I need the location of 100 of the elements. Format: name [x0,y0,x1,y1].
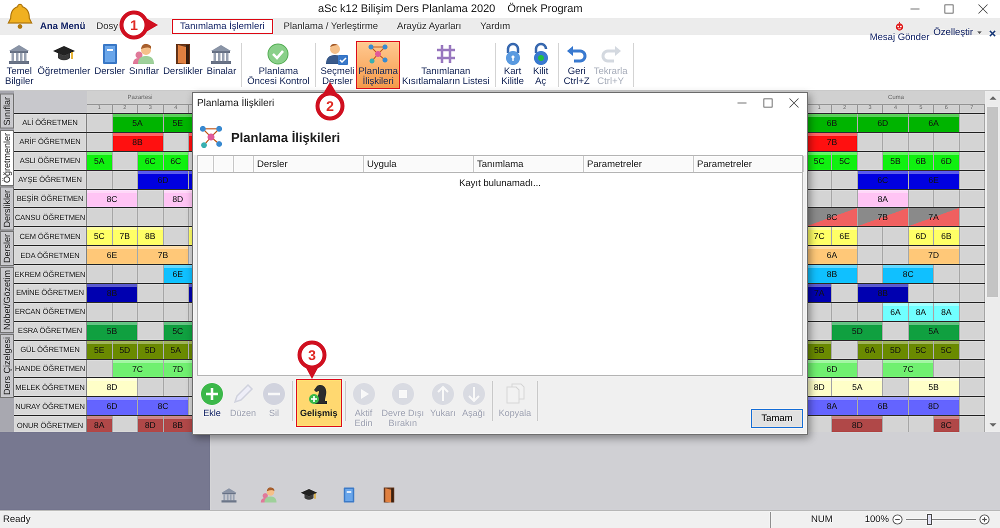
column-header[interactable]: Parametreler [584,156,694,172]
people-icon[interactable] [260,486,278,504]
column-header[interactable]: Tanımlama [474,156,584,172]
lesson-card[interactable]: 6B [934,227,960,246]
lesson-card[interactable]: 8D [807,378,832,396]
lesson-card[interactable]: 8B [112,132,164,151]
lesson-card[interactable]: 5D [883,340,909,359]
column-header[interactable]: Parametreler [694,156,804,172]
menu-tab[interactable]: Yardım [472,19,518,34]
close-icon[interactable] [988,29,997,38]
ok-button[interactable]: Tamam [751,409,803,428]
lesson-card[interactable]: 8A [908,302,934,321]
lesson-card[interactable]: 5E [164,114,193,132]
lesson-card[interactable]: 8C [87,190,138,208]
lesson-card[interactable]: 8C [883,265,934,284]
ribbon-button[interactable]: Dersler [92,41,127,79]
lesson-card[interactable]: 5A [87,152,112,170]
lesson-card[interactable]: 5D [138,340,164,359]
scrollbar[interactable] [985,91,1000,432]
ribbon-button[interactable]: Geri Ctrl+Z [562,41,592,89]
lesson-card[interactable]: 7C [112,360,164,378]
ribbon-button[interactable]: Kart Kilitle [498,41,527,89]
menu-tab[interactable]: Arayüz Ayarları [389,19,470,34]
slider-thumb[interactable] [927,514,932,525]
lesson-card[interactable]: 8A [858,190,909,208]
column-header[interactable]: Uygula [364,156,474,172]
ribbon-button[interactable]: Planlama Öncesi Kontrol [245,41,312,89]
lesson-card[interactable]: 6C [164,152,189,170]
conflict-card[interactable]: 7B [858,208,909,226]
side-tab[interactable]: Sınıflar [0,94,14,129]
lesson-card[interactable]: 5B [908,378,960,396]
menu-tab[interactable]: Ana Menü [36,19,90,34]
side-tab[interactable]: Derslikler [0,186,14,230]
lesson-card[interactable]: 5B [807,340,832,359]
lesson-card[interactable]: 7C [807,227,832,246]
lesson-card[interactable]: 6A [807,246,858,264]
conflict-card[interactable]: 8C [807,208,858,226]
lesson-card[interactable]: 6D [87,397,138,416]
column-header[interactable]: Dersler [254,156,364,172]
lesson-card[interactable]: 6D [934,152,960,170]
lesson-card[interactable]: 6E [164,265,193,284]
toolbar-button[interactable]: Gelişmiş [296,379,342,427]
ribbon-button[interactable]: Sınıflar [126,41,162,79]
lesson-card[interactable]: 6B [908,152,934,170]
side-tab[interactable]: Ders Çizelgesi [0,334,14,398]
side-tab[interactable]: Öğretmenler [0,130,14,186]
building-icon[interactable] [220,486,238,504]
lesson-card[interactable]: 8A [934,302,960,321]
lesson-card[interactable]: 5C [87,227,112,246]
zoom-in-icon[interactable] [979,514,990,525]
bell-logo-icon[interactable] [6,2,34,30]
lesson-card[interactable]: 6C [138,152,164,170]
ribbon-button[interactable]: Öğretmenler [36,41,92,79]
zoom-out-icon[interactable] [892,514,903,525]
lesson-card[interactable]: 6E [87,246,138,264]
lesson-card[interactable]: 6B [807,114,858,132]
lesson-card[interactable]: 7B [112,227,138,246]
ribbon-button[interactable]: Planlama İlişkileri [356,41,400,89]
lesson-card[interactable]: 8B [807,265,858,284]
menu-tab[interactable]: Tanımlama İşlemleri [172,19,273,34]
lesson-card[interactable]: 5D [112,340,138,359]
side-tab[interactable]: Nöbet/Gözetim [0,267,14,334]
lesson-card[interactable]: 7D [908,246,960,264]
lesson-card[interactable]: 5A [908,322,960,340]
lesson-card[interactable]: 5C [832,152,858,170]
lesson-card[interactable]: 8D [908,397,960,416]
send-message-button[interactable]: Mesaj Gönder [870,21,930,43]
ribbon-button[interactable]: Derslikler [161,41,205,79]
lesson-card[interactable]: 7B [138,246,189,264]
ribbon-button[interactable]: Kilit Aç [526,41,555,89]
ribbon-button[interactable]: Temel Bilgiler [3,41,36,89]
lesson-card[interactable]: 5A [164,340,189,359]
lesson-card[interactable]: 5B [883,152,909,170]
lesson-card[interactable]: 8D [87,378,138,396]
lesson-card[interactable]: 8C [138,397,189,416]
lesson-card[interactable]: 5C [807,152,832,170]
lesson-card[interactable]: 7C [883,360,934,378]
lesson-card[interactable]: 8A [807,397,858,416]
lesson-card[interactable]: 7B [807,132,858,151]
lesson-card[interactable]: 6A [908,114,960,132]
conflict-card[interactable]: 7A [908,208,960,226]
toolbar-button[interactable]: Ekle [197,379,227,421]
lesson-card[interactable]: 5E [87,340,112,359]
lesson-card[interactable]: 6B [858,397,909,416]
menu-tab[interactable]: Planlama / Yerleştirme [276,19,386,34]
ribbon-button[interactable]: Tanımlanan Kısıtlamaların Listesi [400,41,492,89]
customize-button[interactable]: Özelleştir [933,27,984,38]
lesson-card[interactable]: 5D [832,322,884,340]
lesson-card[interactable]: 8B [138,227,164,246]
lesson-card[interactable]: 6D [858,114,909,132]
lesson-card[interactable]: 5A [832,378,884,396]
lesson-card[interactable]: 5C [934,340,960,359]
side-tab[interactable]: Dersler [0,231,14,266]
lesson-card[interactable]: 5C [908,340,934,359]
ribbon-button[interactable]: Binalar [204,41,238,79]
lesson-card[interactable]: 6D [908,227,934,246]
scroll-thumb[interactable] [987,107,998,297]
lesson-card[interactable]: 6A [883,302,909,321]
lesson-card[interactable]: 6E [832,227,858,246]
lesson-card[interactable]: 5B [87,322,138,340]
